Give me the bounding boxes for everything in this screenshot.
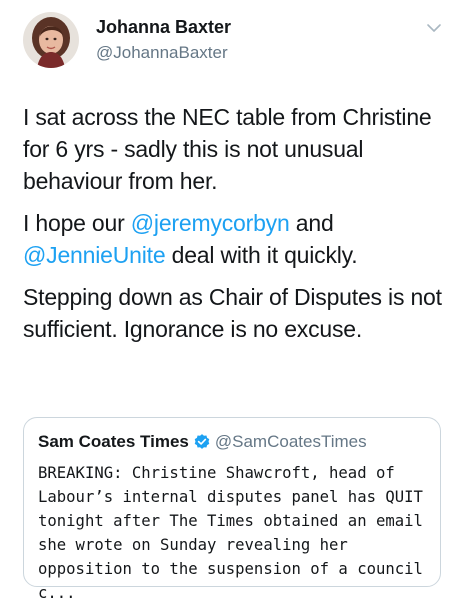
mention-link-jeremycorbyn[interactable]: @jeremycorbyn: [131, 210, 290, 236]
avatar[interactable]: [23, 12, 79, 68]
tweet-text-fragment: I hope our: [23, 210, 131, 236]
tweet-text-fragment: deal with it quickly.: [165, 242, 358, 268]
tweet-paragraph-1: I sat across the NEC table from Christin…: [23, 104, 432, 194]
tweet-text-fragment: and: [289, 210, 334, 236]
chevron-down-icon[interactable]: [426, 22, 442, 34]
quoted-author-name: Sam Coates Times: [38, 432, 189, 451]
tweet-paragraph-3: Stepping down as Chair of Disputes is no…: [23, 284, 442, 342]
quoted-tweet-header: Sam Coates Times @SamCoatesTimes: [38, 430, 367, 454]
quoted-author-handle: @SamCoatesTimes: [214, 432, 367, 451]
tweet-paragraph-2: I hope our @jeremycorbyn and @JennieUnit…: [23, 207, 448, 271]
author-handle[interactable]: @JohannaBaxter: [96, 42, 228, 64]
tweet-header: Johanna Baxter @JohannaBaxter: [0, 0, 464, 96]
quoted-tweet-text: BREAKING: Christine Shawcroft, head of L…: [38, 464, 433, 602]
mention-link-jennieunite[interactable]: @JennieUnite: [23, 242, 166, 268]
verified-badge-icon: [194, 434, 210, 449]
quoted-tweet-card[interactable]: Sam Coates Times @SamCoatesTimes BREAKIN…: [23, 417, 441, 602]
tweet-text: I sat across the NEC table from Christin…: [23, 101, 448, 355]
author-name[interactable]: Johanna Baxter: [96, 16, 231, 38]
